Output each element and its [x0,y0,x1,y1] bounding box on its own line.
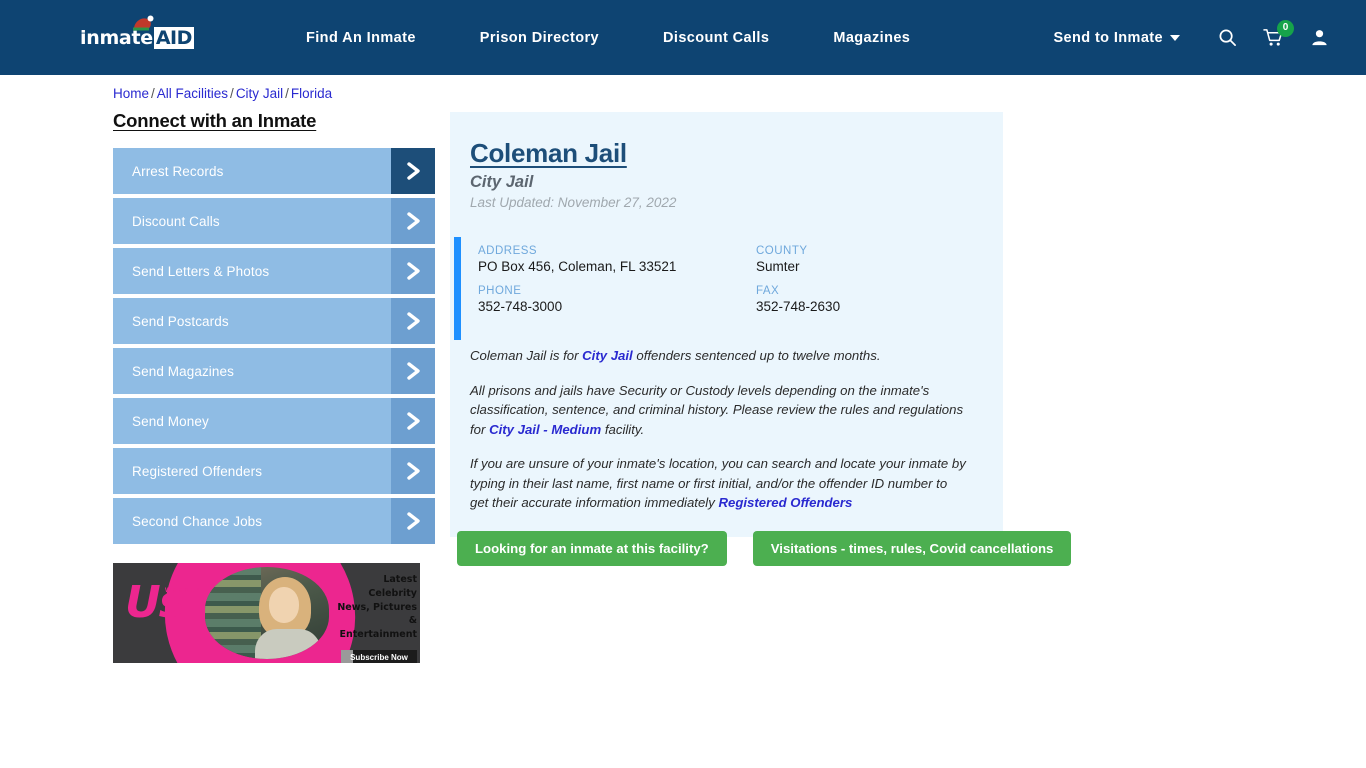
paragraph-text: facility. [601,421,645,437]
facility-type: City Jail [470,173,534,191]
info-field-phone: PHONE 352-748-3000 [478,285,756,314]
sidebar-item-send-letters-photos[interactable]: Send Letters & Photos [113,248,435,294]
visitations-button[interactable]: Visitations - times, rules, Covid cancel… [752,531,1072,566]
nav-link-find-an-inmate[interactable]: Find An Inmate [274,30,448,46]
santa-hat-icon [133,15,154,30]
breadcrumb-item-florida[interactable]: Florida [291,86,332,101]
ad-text-block: Latest Celebrity News, Pictures & Entert… [333,573,417,663]
primary-nav-links: Find An Inmate Prison Directory Discount… [274,30,942,46]
ad-photo-shelf [205,567,261,659]
info-field-county: COUNTY Sumter [756,245,983,274]
facility-header: Coleman Jail City Jail Last Updated: Nov… [450,138,1003,210]
search-icon [1219,29,1236,46]
sidebar-item-label: Send Money [132,413,209,429]
ad-tagline: Latest Celebrity News, Pictures & Entert… [337,574,417,641]
sidebar-item-send-postcards[interactable]: Send Postcards [113,298,435,344]
chevron-right-icon [391,248,435,294]
link-registered-offenders[interactable]: Registered Offenders [718,495,852,510]
accent-bar [454,237,461,340]
facility-card: Coleman Jail City Jail Last Updated: Nov… [450,112,1003,537]
facility-contact-info: ADDRESS PO Box 456, Coleman, FL 33521 CO… [450,237,1003,340]
account-button[interactable] [1296,18,1342,58]
description-paragraph-1: Coleman Jail is for City Jail offenders … [470,346,968,366]
cart-button[interactable]: 0 [1250,18,1296,58]
breadcrumb-item-home[interactable]: Home [113,86,149,101]
nav-dropdown-label: Send to Inmate [1053,29,1163,46]
ad-photo [205,567,329,659]
search-button[interactable] [1204,18,1250,58]
breadcrumb: Home / All Facilities / City Jail / Florida [113,86,332,101]
info-label: ADDRESS [478,245,538,257]
breadcrumb-separator: / [230,86,234,101]
nav-link-discount-calls[interactable]: Discount Calls [631,30,801,46]
sidebar: Connect with an Inmate Arrest Records Di… [113,110,435,548]
contact-info-grid: ADDRESS PO Box 456, Coleman, FL 33521 CO… [478,245,983,314]
ad-photo-face [269,587,299,623]
user-icon [1311,30,1327,46]
ad-subscribe-button[interactable]: Subscribe Now [341,649,417,663]
chevron-right-icon [391,398,435,444]
facility-description: Coleman Jail is for City Jail offenders … [450,346,1003,513]
breadcrumb-item-all-facilities[interactable]: All Facilities [157,86,228,101]
advertisement-banner[interactable]: Us WEEKLY Latest Celebrity News, Picture… [113,563,420,663]
chevron-right-icon [391,498,435,544]
action-buttons: Looking for an inmate at this facility? … [457,531,1072,566]
sidebar-item-discount-calls[interactable]: Discount Calls [113,198,435,244]
description-paragraph-2: All prisons and jails have Security or C… [470,381,968,440]
top-navigation-bar: inmate AID Find An Inmate Prison Director… [0,0,1366,75]
sidebar-item-second-chance-jobs[interactable]: Second Chance Jobs [113,498,435,544]
breadcrumb-separator: / [151,86,155,101]
paragraph-text: Coleman Jail is for [470,348,583,363]
paragraph-text: offenders sentenced up to twelve months. [632,348,881,363]
nav-dropdown-send-to-inmate[interactable]: Send to Inmate [1021,30,1204,46]
site-logo[interactable]: inmate AID [80,15,194,55]
ad-photo-body [255,629,321,659]
sidebar-item-send-magazines[interactable]: Send Magazines [113,348,435,394]
chevron-right-icon [391,348,435,394]
nav-right-cluster: Send to Inmate 0 [1021,18,1342,58]
info-label: PHONE [478,285,522,297]
description-paragraph-3: If you are unsure of your inmate's locat… [470,454,968,513]
chevron-down-icon [1170,34,1180,41]
ad-brand-sub: WEEKLY [165,588,203,594]
inmate-search-button[interactable]: Looking for an inmate at this facility? [457,531,727,566]
sidebar-item-label: Send Magazines [132,363,234,379]
info-value: Sumter [756,259,800,274]
chevron-right-icon [391,198,435,244]
breadcrumb-item-city-jail[interactable]: City Jail [236,86,283,101]
sidebar-item-label: Send Postcards [132,313,229,329]
sidebar-item-label: Second Chance Jobs [132,513,263,529]
sidebar-item-label: Discount Calls [132,213,220,229]
info-value: 352-748-3000 [478,299,563,314]
sidebar-item-registered-offenders[interactable]: Registered Offenders [113,448,435,494]
chevron-right-icon [391,298,435,344]
sidebar-title: Connect with an Inmate [113,110,317,131]
cart-count-badge: 0 [1277,19,1294,37]
info-value: 352-748-2630 [756,299,841,314]
link-city-jail[interactable]: City Jail [582,348,633,363]
logo-badge: AID [153,26,194,49]
info-label: FAX [756,285,780,297]
info-field-fax: FAX 352-748-2630 [756,285,983,314]
sidebar-item-label: Send Letters & Photos [132,263,270,279]
sidebar-item-label: Arrest Records [132,163,224,179]
last-updated-text: Last Updated: November 27, 2022 [470,195,677,210]
nav-link-magazines[interactable]: Magazines [801,30,942,46]
info-label: COUNTY [756,245,808,257]
chevron-right-icon [391,148,435,194]
sidebar-item-send-money[interactable]: Send Money [113,398,435,444]
breadcrumb-separator: / [285,86,289,101]
page-title: Coleman Jail [470,138,627,168]
chevron-right-icon [391,448,435,494]
sidebar-item-arrest-records[interactable]: Arrest Records [113,148,435,194]
info-field-address: ADDRESS PO Box 456, Coleman, FL 33521 [478,245,756,274]
info-value: PO Box 456, Coleman, FL 33521 [478,259,677,274]
nav-link-prison-directory[interactable]: Prison Directory [448,30,631,46]
link-city-jail-medium[interactable]: City Jail - Medium [489,422,601,437]
sidebar-item-label: Registered Offenders [132,463,263,479]
